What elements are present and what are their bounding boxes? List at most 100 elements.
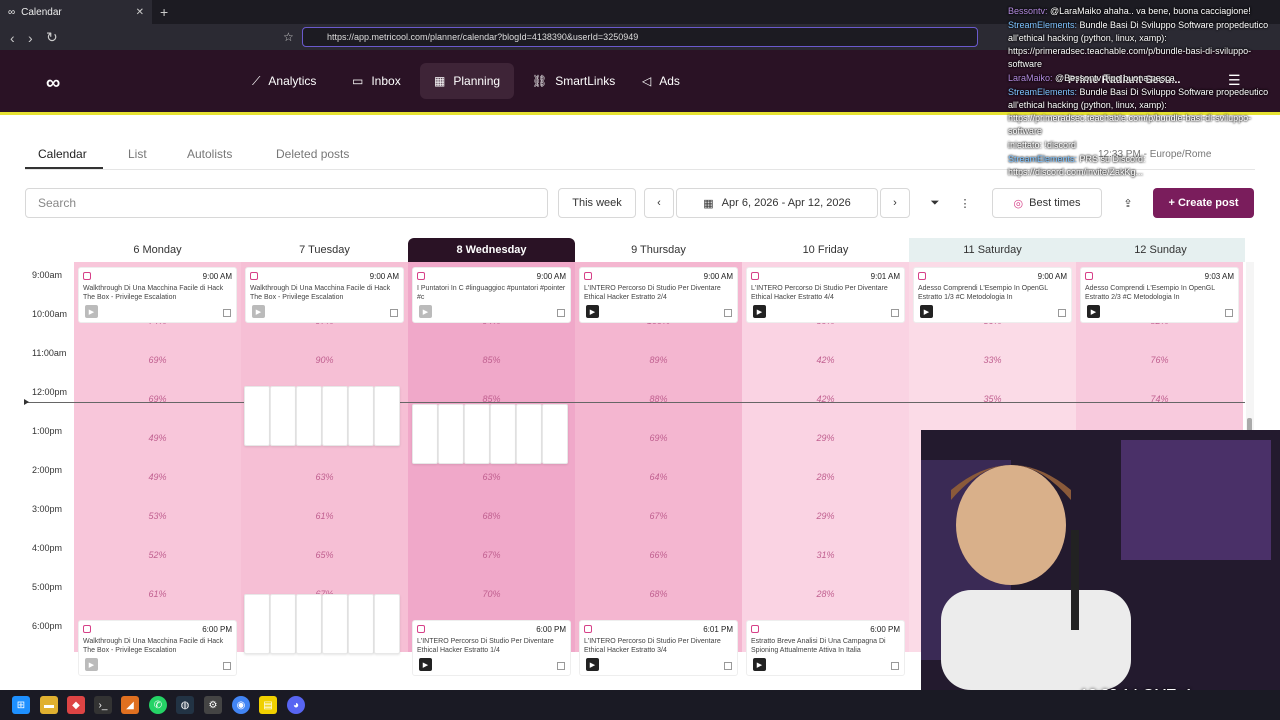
notes-icon[interactable]: ▤ xyxy=(259,696,277,714)
best-time-cell[interactable]: 69% xyxy=(74,340,241,379)
best-time-cell[interactable]: 88% xyxy=(575,379,742,418)
best-time-cell[interactable]: 89% xyxy=(575,340,742,379)
best-time-cell[interactable]: 61% xyxy=(74,574,241,613)
scheduled-post[interactable]: 9:03 AM Adesso Comprendi L'Esempio In Ope… xyxy=(1080,267,1239,323)
multi-network-post[interactable] xyxy=(374,386,400,446)
best-time-cell[interactable]: 42% xyxy=(742,379,909,418)
scheduled-post[interactable]: 6:01 PM L'INTERO Percorso Di Studio Per D… xyxy=(579,620,738,676)
discord-icon[interactable]: ◕ xyxy=(287,696,305,714)
bookmark-icon[interactable]: ☆ xyxy=(283,30,294,44)
close-tab-icon[interactable]: ✕ xyxy=(136,7,144,18)
best-time-cell[interactable]: 64% xyxy=(575,457,742,496)
scheduled-post[interactable]: 6:00 PM Estratto Breve Analisi Di Una Cam… xyxy=(746,620,905,676)
tab-calendar[interactable]: Calendar xyxy=(38,147,87,161)
best-time-cell[interactable]: 63% xyxy=(241,457,408,496)
best-time-cell[interactable]: 90% xyxy=(241,340,408,379)
scheduled-post[interactable]: 9:00 AM Walkthrough Di Una Macchina Facil… xyxy=(78,267,237,323)
settings-icon[interactable]: ⚙ xyxy=(204,696,222,714)
file-explorer-icon[interactable]: ▬ xyxy=(40,696,58,714)
steam-icon[interactable]: ◍ xyxy=(176,696,194,714)
more-options-icon[interactable]: ⋮ xyxy=(952,188,978,218)
best-time-cell[interactable]: 28% xyxy=(742,574,909,613)
windows-start-icon[interactable]: ⊞ xyxy=(12,696,30,714)
url-bar[interactable]: https://app.metricool.com/planner/calend… xyxy=(302,27,978,47)
forward-icon[interactable]: › xyxy=(28,30,33,46)
multi-network-post[interactable] xyxy=(490,404,516,464)
best-time-cell[interactable]: 31% xyxy=(742,535,909,574)
best-time-cell[interactable]: 69% xyxy=(74,379,241,418)
multi-network-post[interactable] xyxy=(322,386,348,446)
best-time-cell[interactable]: 49% xyxy=(74,418,241,457)
nav-planning[interactable]: ▦ Planning xyxy=(420,63,515,99)
app-icon[interactable]: ◢ xyxy=(121,696,139,714)
reload-icon[interactable]: ↻ xyxy=(46,29,58,46)
nav-inbox[interactable]: ▭ Inbox xyxy=(338,63,415,99)
best-time-cell[interactable]: 53% xyxy=(74,496,241,535)
tab-autolists[interactable]: Autolists xyxy=(187,147,232,161)
best-time-cell[interactable]: 29% xyxy=(742,496,909,535)
multi-network-post[interactable] xyxy=(244,386,270,446)
best-time-cell[interactable]: 49% xyxy=(74,457,241,496)
terminal-icon[interactable]: ›_ xyxy=(94,696,112,714)
best-time-cell[interactable]: 76% xyxy=(1076,340,1243,379)
multi-network-post[interactable] xyxy=(296,386,322,446)
multi-network-post[interactable] xyxy=(374,594,400,654)
brave-icon[interactable]: ◆ xyxy=(67,696,85,714)
best-time-cell[interactable]: 74% xyxy=(1076,379,1243,418)
best-time-cell[interactable]: 68% xyxy=(408,496,575,535)
best-time-cell[interactable]: 29% xyxy=(742,418,909,457)
scheduled-post[interactable]: 9:00 AM I Puntatori In C #linguaggioc #pu… xyxy=(412,267,571,323)
scheduled-post[interactable]: 9:01 AM L'INTERO Percorso Di Studio Per D… xyxy=(746,267,905,323)
best-time-cell[interactable]: 69% xyxy=(575,418,742,457)
best-time-cell[interactable]: 35% xyxy=(909,379,1076,418)
best-time-cell[interactable]: 85% xyxy=(408,340,575,379)
best-time-cell[interactable]: 61% xyxy=(241,496,408,535)
multi-network-post[interactable] xyxy=(464,404,490,464)
nav-analytics[interactable]: ⟋ Analytics xyxy=(238,63,330,99)
best-time-cell[interactable]: 28% xyxy=(742,457,909,496)
scheduled-post[interactable]: 6:00 PM Walkthrough Di Una Macchina Facil… xyxy=(78,620,237,676)
back-icon[interactable]: ‹ xyxy=(10,30,15,46)
browser-tab[interactable]: ∞ Calendar ✕ xyxy=(0,0,152,24)
multi-network-post[interactable] xyxy=(412,404,438,464)
multi-network-post[interactable] xyxy=(296,594,322,654)
multi-network-post[interactable] xyxy=(438,404,464,464)
whatsapp-icon[interactable]: ✆ xyxy=(149,696,167,714)
multi-network-post[interactable] xyxy=(270,386,296,446)
scheduled-post[interactable]: 9:00 AM Walkthrough Di Una Macchina Facil… xyxy=(245,267,404,323)
best-time-cell[interactable]: 67% xyxy=(575,496,742,535)
multi-network-post[interactable] xyxy=(348,386,374,446)
next-week-button[interactable]: › xyxy=(880,188,910,218)
chrome-icon[interactable]: ◉ xyxy=(232,696,250,714)
best-time-cell[interactable]: 66% xyxy=(575,535,742,574)
best-time-cell[interactable]: 68% xyxy=(575,574,742,613)
multi-network-post[interactable] xyxy=(348,594,374,654)
filter-icon[interactable]: ⏷ xyxy=(920,188,950,218)
multi-network-post[interactable] xyxy=(542,404,568,464)
best-time-cell[interactable]: 70% xyxy=(408,574,575,613)
date-range-picker[interactable]: ▦ Apr 6, 2026 - Apr 12, 2026 xyxy=(676,188,878,218)
metricool-logo[interactable]: ∞ xyxy=(46,72,60,95)
prev-week-button[interactable]: ‹ xyxy=(644,188,674,218)
multi-network-post[interactable] xyxy=(244,594,270,654)
tab-list[interactable]: List xyxy=(128,147,147,161)
best-time-cell[interactable]: 52% xyxy=(74,535,241,574)
multi-network-post[interactable] xyxy=(516,404,542,464)
best-time-cell[interactable]: 42% xyxy=(742,340,909,379)
multi-network-post[interactable] xyxy=(322,594,348,654)
tab-deleted-posts[interactable]: Deleted posts xyxy=(276,147,349,161)
video-thumbnail-icon: ▶ xyxy=(1087,305,1100,318)
scheduled-post[interactable]: 9:00 AM Adesso Comprendi L'Esempio In Ope… xyxy=(913,267,1072,323)
best-time-cell[interactable]: 65% xyxy=(241,535,408,574)
best-time-cell[interactable]: 67% xyxy=(408,535,575,574)
this-week-button[interactable]: This week xyxy=(558,188,636,218)
new-tab-icon[interactable]: + xyxy=(160,4,168,20)
nav-ads[interactable]: ◁ Ads xyxy=(628,63,694,99)
best-time-cell[interactable]: 33% xyxy=(909,340,1076,379)
nav-smartlinks[interactable]: ⛓ SmartLinks xyxy=(518,63,629,99)
scheduled-post[interactable]: 9:00 AM L'INTERO Percorso Di Studio Per D… xyxy=(579,267,738,323)
scheduled-post[interactable]: 6:00 PM L'INTERO Percorso Di Studio Per D… xyxy=(412,620,571,676)
time-label: 11:00am xyxy=(32,348,67,358)
multi-network-post[interactable] xyxy=(270,594,296,654)
search-input[interactable]: Search xyxy=(25,188,548,218)
